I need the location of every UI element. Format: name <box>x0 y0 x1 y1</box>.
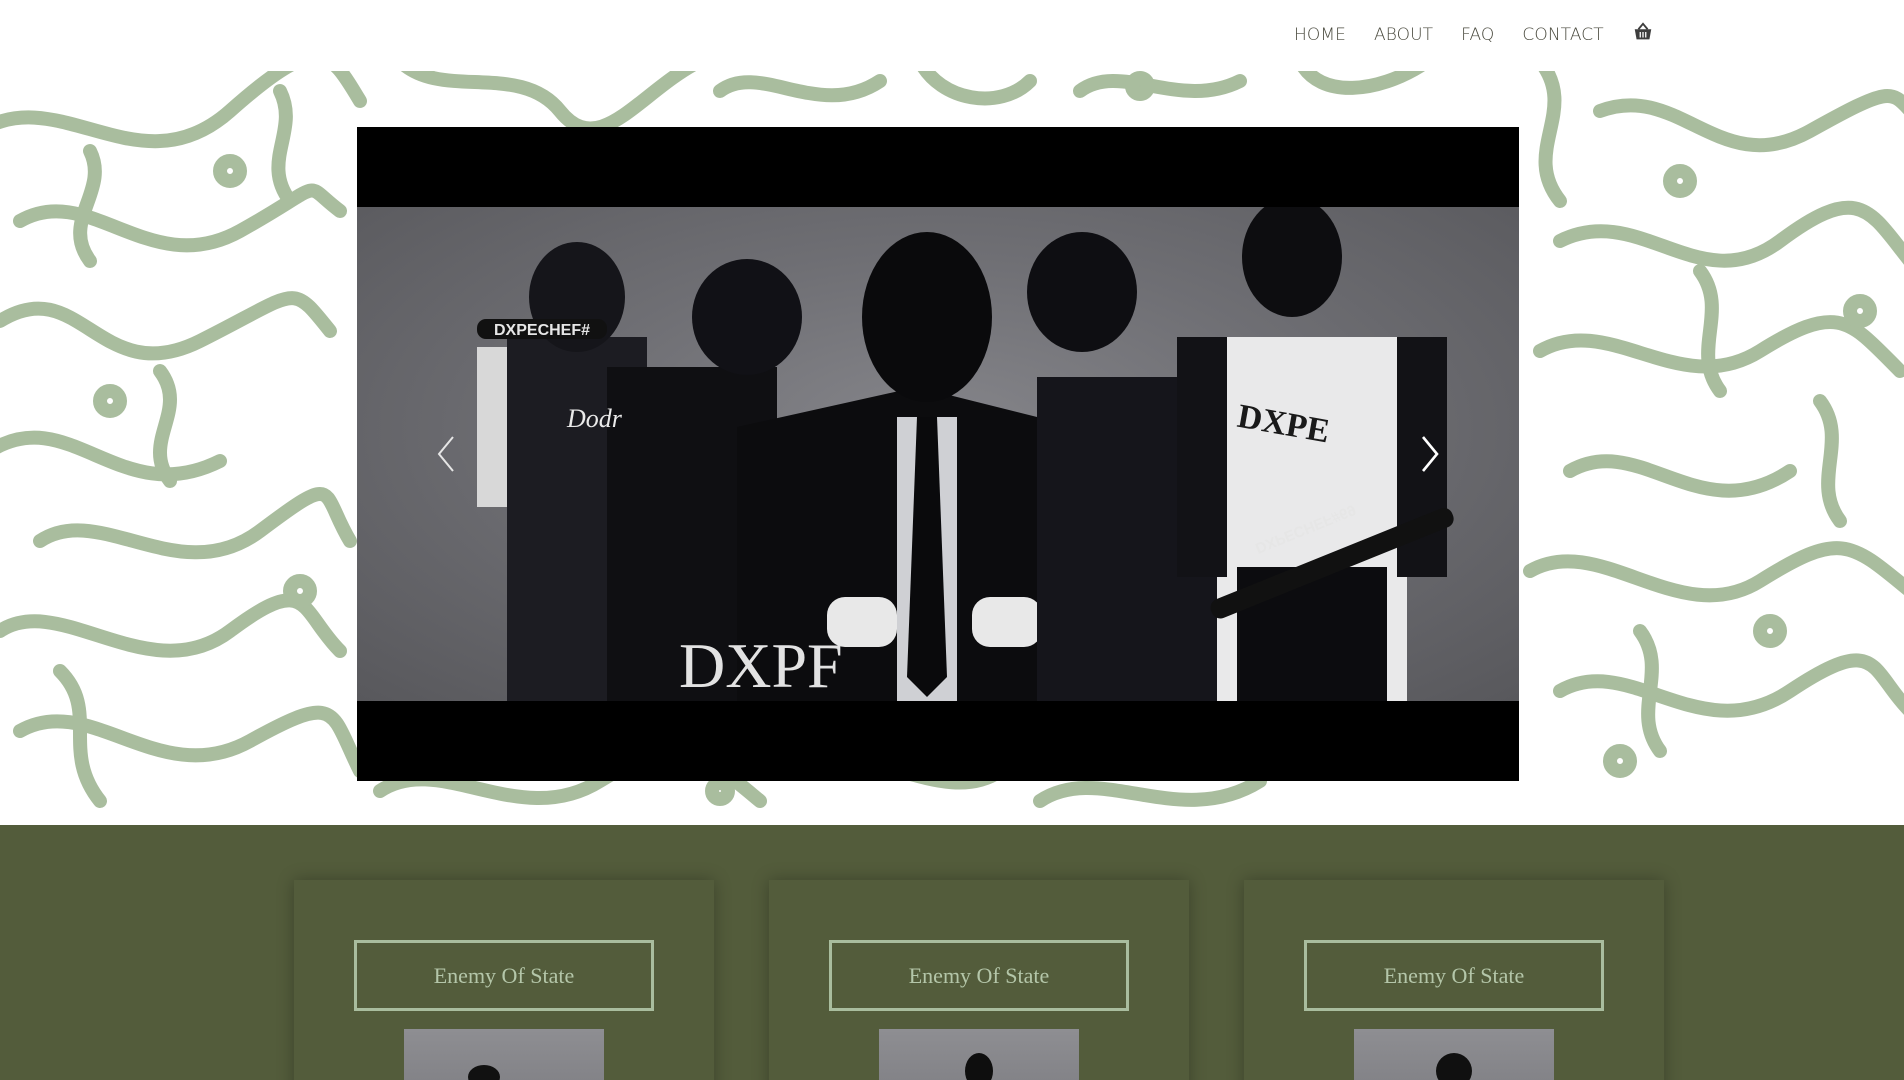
shorts-text: DXPF <box>679 630 843 701</box>
products-section: Enemy Of State Enemy Of State Enemy Of S… <box>0 825 1904 1080</box>
player-figure-5 <box>1177 207 1447 701</box>
product-title-button[interactable]: Enemy Of State <box>354 940 654 1011</box>
product-card: Enemy Of State <box>294 880 714 1080</box>
product-thumbnail[interactable] <box>1354 1029 1554 1080</box>
chevron-right-icon[interactable] <box>1409 429 1449 479</box>
product-thumbnail[interactable] <box>879 1029 1079 1080</box>
product-thumbnail-figure <box>1436 1053 1472 1080</box>
jersey-left-text: Dodr <box>566 404 623 433</box>
product-title-button[interactable]: Enemy Of State <box>829 940 1129 1011</box>
product-card: Enemy Of State <box>769 880 1189 1080</box>
nav-home-link[interactable]: HOME <box>1294 25 1346 45</box>
product-thumbnail-figure <box>965 1053 993 1080</box>
product-thumbnail[interactable] <box>404 1029 604 1080</box>
product-title-button[interactable]: Enemy Of State <box>1304 940 1604 1011</box>
site-header: HOME ABOUT FAQ CONTACT <box>0 0 1904 71</box>
basket-icon[interactable] <box>1632 21 1654 43</box>
main-nav: HOME ABOUT FAQ CONTACT <box>1294 22 1654 45</box>
nav-contact-link[interactable]: CONTACT <box>1522 25 1603 45</box>
product-card: Enemy Of State <box>1244 880 1664 1080</box>
nav-about-link[interactable]: ABOUT <box>1374 25 1433 45</box>
slide-image-players: DXPECHEF# Dodr DXPF DXPE DXPECHEF#69 <box>357 207 1519 701</box>
nav-faq-link[interactable]: FAQ <box>1461 25 1494 45</box>
chevron-left-icon[interactable] <box>427 429 467 479</box>
hero-section: DXPECHEF# Dodr DXPF DXPE DXPECHEF#69 <box>0 71 1904 825</box>
players-figures: DXPECHEF# Dodr DXPF DXPE DXPECHEF#69 <box>477 207 1454 701</box>
video-slideshow[interactable]: DXPECHEF# Dodr DXPF DXPE DXPECHEF#69 <box>357 127 1519 781</box>
product-thumbnail-figure <box>468 1065 500 1080</box>
bat-left-text: DXPECHEF# <box>494 322 590 339</box>
